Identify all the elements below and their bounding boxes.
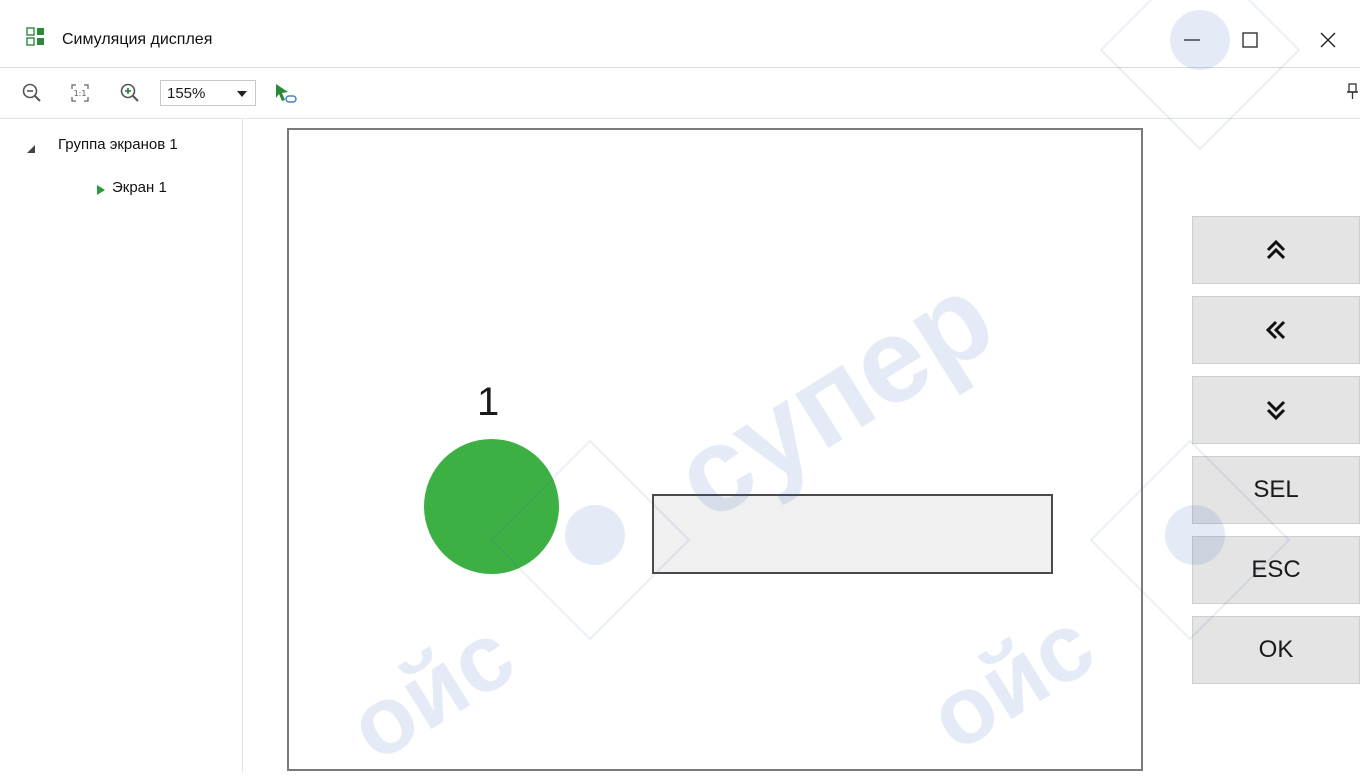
key-esc-button[interactable]: ESC (1192, 536, 1360, 604)
pin-icon[interactable] (1346, 82, 1360, 102)
lamp-label: 1 (477, 380, 500, 424)
key-up-button[interactable] (1192, 216, 1360, 284)
minimize-button[interactable] (1164, 18, 1222, 62)
key-left-button[interactable] (1192, 296, 1360, 364)
svg-text:1:1: 1:1 (74, 89, 87, 98)
close-icon (1320, 32, 1336, 48)
display-canvas: 1 (287, 128, 1143, 771)
zoom-in-icon[interactable] (118, 81, 142, 105)
double-chevron-down-icon (1266, 400, 1286, 421)
key-down-button[interactable] (1192, 376, 1360, 444)
screen-tree: Группа экранов 1 Экран 1 (0, 119, 243, 772)
double-chevron-left-icon (1265, 320, 1286, 340)
maximize-icon (1242, 32, 1258, 48)
actual-size-icon[interactable]: 1:1 (68, 81, 92, 105)
title-bar: Симуляция дисплея (0, 0, 1360, 68)
toolbar: 1:1 155% (0, 68, 1360, 119)
zoom-value: 155% (167, 85, 206, 102)
maximize-button[interactable] (1222, 18, 1280, 62)
minimize-icon (1184, 39, 1200, 41)
play-triangle-icon (96, 183, 106, 201)
run-link-icon[interactable] (272, 81, 297, 105)
zoom-out-icon[interactable] (20, 81, 44, 105)
expand-triangle-icon[interactable] (26, 141, 36, 159)
display-simulation-icon (26, 27, 46, 47)
close-button[interactable] (1300, 18, 1358, 62)
indicator-lamp[interactable] (424, 439, 559, 574)
key-ok-button[interactable]: OK (1192, 616, 1360, 684)
window-title: Симуляция дисплея (62, 31, 213, 48)
value-field[interactable] (652, 494, 1053, 574)
tree-item-screen[interactable]: Экран 1 (112, 179, 167, 196)
chevron-down-icon (237, 91, 247, 97)
tree-item-screen-group[interactable]: Группа экранов 1 (58, 136, 178, 153)
double-chevron-up-icon (1266, 239, 1286, 260)
key-sel-button[interactable]: SEL (1192, 456, 1360, 524)
zoom-select[interactable]: 155% (160, 80, 256, 106)
